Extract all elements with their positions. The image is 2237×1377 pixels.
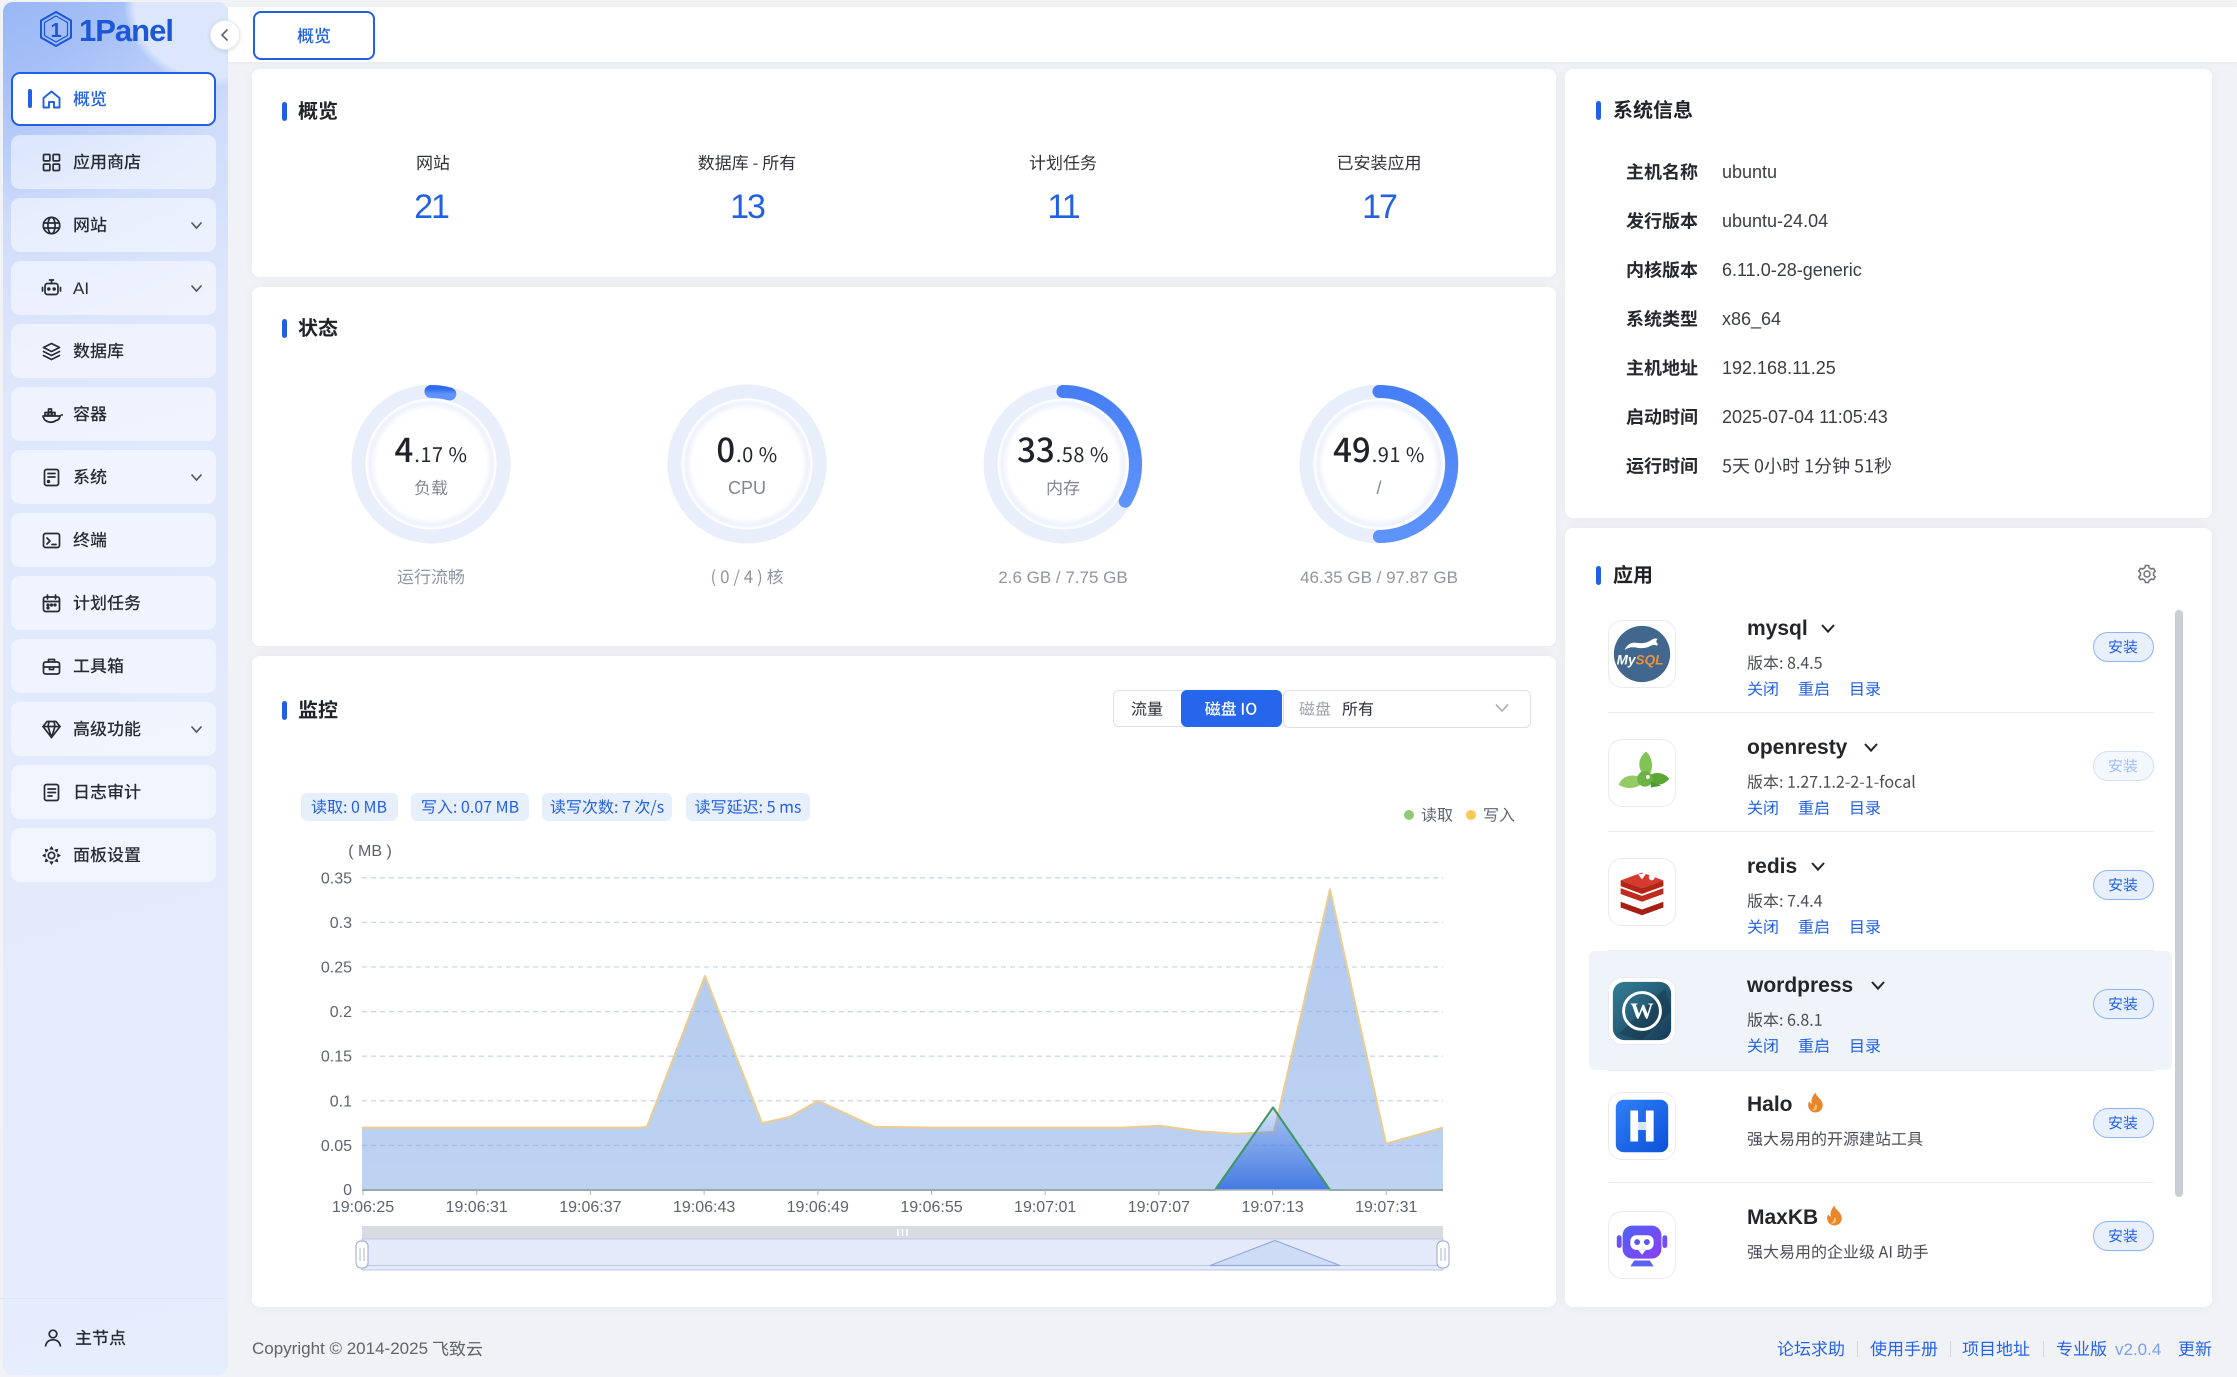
svg-text:1: 1 (50, 20, 61, 42)
svg-text:0.3: 0.3 (330, 915, 352, 932)
svg-text:19:06:55: 19:06:55 (900, 1199, 962, 1216)
svg-text:19:07:13: 19:07:13 (1241, 1199, 1303, 1216)
svg-text:19:07:07: 19:07:07 (1128, 1199, 1190, 1216)
svg-text:19:06:37: 19:06:37 (559, 1199, 621, 1216)
svg-text:0.25: 0.25 (321, 960, 352, 977)
svg-text:19:06:43: 19:06:43 (673, 1199, 735, 1216)
svg-text:0.15: 0.15 (321, 1049, 352, 1066)
svg-text:0.05: 0.05 (321, 1138, 352, 1155)
svg-text:19:07:01: 19:07:01 (1014, 1199, 1076, 1216)
svg-text:19:07:31: 19:07:31 (1355, 1199, 1417, 1216)
svg-text:0: 0 (343, 1182, 352, 1199)
svg-text:0.2: 0.2 (330, 1004, 352, 1021)
svg-text:MySQL: MySQL (1617, 653, 1664, 668)
svg-text:W: W (1630, 999, 1653, 1025)
svg-text:( MB ): ( MB ) (348, 843, 392, 860)
svg-text:19:06:25: 19:06:25 (332, 1199, 394, 1216)
svg-text:0.35: 0.35 (321, 870, 352, 887)
svg-text:1Panel: 1Panel (79, 13, 173, 48)
svg-text:0.1: 0.1 (330, 1093, 352, 1110)
svg-text:19:06:31: 19:06:31 (446, 1199, 508, 1216)
svg-text:19:06:49: 19:06:49 (787, 1199, 849, 1216)
